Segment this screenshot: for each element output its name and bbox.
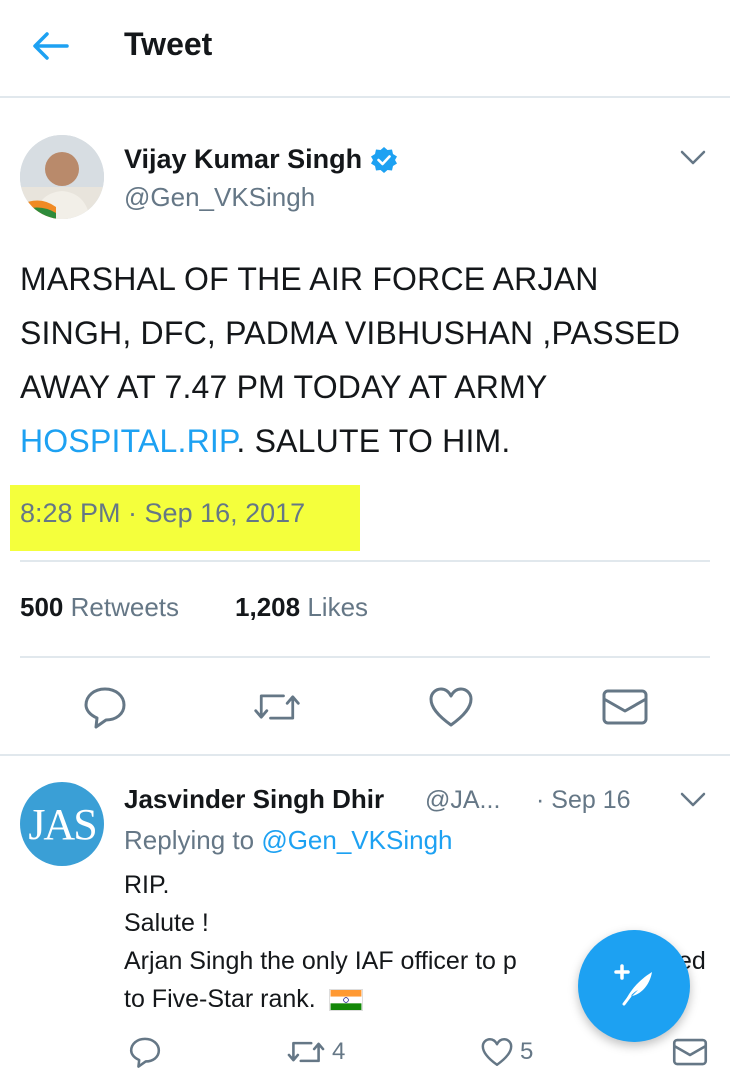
heart-icon — [481, 1038, 513, 1066]
author-handle[interactable]: @Gen_VKSingh — [124, 182, 315, 213]
reply-reply-button[interactable] — [128, 1030, 162, 1074]
likes-stat[interactable]: 1,208 Likes — [235, 592, 368, 623]
retweet-icon — [254, 694, 300, 720]
reply-like-count: 5 — [520, 1038, 534, 1065]
divider — [0, 754, 730, 756]
reply-icon — [84, 687, 126, 729]
replying-mention[interactable]: @Gen_VKSingh — [261, 825, 452, 855]
tweet-text-body: MARSHAL OF THE AIR FORCE ARJAN SINGH, DF… — [20, 261, 681, 405]
reply-retweet-count: 4 — [332, 1038, 346, 1065]
likes-label: Likes — [307, 592, 369, 622]
reply-line-text: to Five-Star rank. — [124, 985, 316, 1013]
verified-badge-icon — [371, 146, 398, 173]
reply-line: RIP. — [124, 871, 170, 899]
chevron-down-icon — [680, 150, 706, 165]
reply-retweet-button[interactable]: 4 — [286, 1030, 345, 1074]
reply-share-button[interactable] — [672, 1030, 708, 1074]
retweets-label: Retweets — [70, 592, 180, 622]
compose-feather-icon — [614, 964, 652, 1006]
author-name[interactable]: Vijay Kumar Singh — [124, 144, 398, 175]
likes-count: 1,208 — [235, 592, 301, 622]
like-button[interactable] — [426, 682, 476, 732]
reply-author-name[interactable]: Jasvinder Singh Dhir — [124, 784, 384, 815]
arrow-left-icon — [33, 32, 69, 60]
tweet-text: MARSHAL OF THE AIR FORCE ARJAN SINGH, DF… — [20, 252, 710, 468]
tweet-stats: 500 Retweets 1,208 Likes — [20, 592, 368, 623]
retweet-button[interactable] — [252, 682, 302, 732]
heart-icon — [429, 687, 473, 727]
tweet-menu-button[interactable] — [676, 144, 710, 172]
envelope-icon — [672, 1038, 708, 1066]
reply-author-handle[interactable]: @JA... — [425, 786, 500, 815]
reply-line-text: Arjan Singh the only IAF officer to p — [124, 947, 517, 975]
avatar-image — [20, 135, 104, 219]
reply-date: · Sep 16 — [536, 786, 631, 814]
tweet-action-bar — [0, 682, 730, 732]
retweet-icon — [287, 1041, 325, 1063]
reply-avatar-text: JAS — [28, 799, 97, 849]
author-name-text: Vijay Kumar Singh — [124, 144, 363, 174]
top-bar: Tweet — [0, 0, 730, 98]
retweets-stat[interactable]: 500 Retweets — [20, 592, 179, 623]
reply-button[interactable] — [80, 682, 130, 732]
reply-menu-button[interactable] — [676, 786, 710, 814]
tweet-text-tail: . SALUTE TO HIM. — [236, 423, 511, 459]
divider — [20, 656, 710, 658]
retweets-count: 500 — [20, 592, 64, 622]
share-button[interactable] — [600, 682, 650, 732]
tweet-timestamp: 8:28 PM · Sep 16, 2017 — [20, 498, 306, 528]
reply-like-button[interactable]: 5 — [480, 1030, 533, 1074]
reply-icon — [129, 1037, 161, 1068]
envelope-icon — [602, 689, 648, 725]
india-flag-icon — [328, 989, 363, 1012]
chevron-down-icon — [680, 792, 706, 807]
back-button[interactable] — [28, 26, 72, 66]
reply-avatar[interactable]: JAS — [20, 782, 104, 866]
replying-prefix: Replying to — [124, 825, 255, 855]
replying-to: Replying to @Gen_VKSingh — [124, 825, 453, 856]
page-title: Tweet — [124, 26, 213, 62]
tweet-link[interactable]: HOSPITAL.RIP — [20, 423, 236, 459]
avatar[interactable] — [20, 135, 104, 219]
compose-tweet-button[interactable] — [578, 930, 690, 1042]
divider — [20, 560, 710, 562]
